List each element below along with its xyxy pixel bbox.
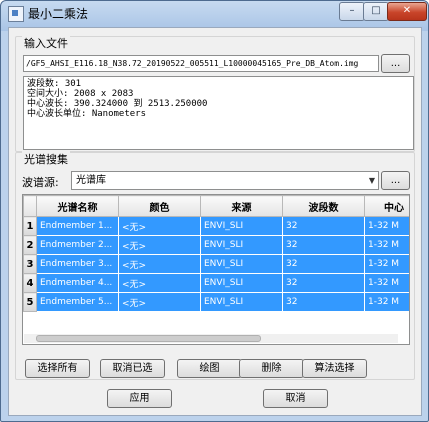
input-file-group-title: 输入文件 — [22, 35, 70, 51]
app-icon — [8, 6, 24, 22]
input-file-group: 输入文件 /GF5_AHSI_E116.18_N38.72_20190522_0… — [15, 35, 415, 152]
file-path-field[interactable]: /GF5_AHSI_E116.18_N38.72_20190522_005511… — [23, 55, 379, 72]
row-number[interactable]: 5 — [23, 292, 37, 312]
cell-bands[interactable]: 32 — [282, 235, 365, 255]
file-info-box: 波段数: 301 空间大小: 2008 x 2083 中心波长: 390.324… — [23, 76, 414, 150]
spectral-group-title: 光谱搜集 — [22, 151, 70, 167]
deselect-button[interactable]: 取消已选 — [100, 359, 165, 378]
row-number[interactable]: 1 — [23, 216, 37, 236]
table-row[interactable]: 3 Endmember 3... <无> ENVI_SLI 32 1-32 M — [23, 254, 409, 274]
cell-source[interactable]: ENVI_SLI — [200, 235, 283, 255]
maximize-button[interactable]: □ — [363, 2, 389, 21]
close-button[interactable]: ✕ — [387, 2, 427, 21]
cell-bands[interactable]: 32 — [282, 292, 365, 312]
info-band-count: 波段数: 301 — [27, 79, 82, 89]
cell-source[interactable]: ENVI_SLI — [200, 254, 283, 274]
col-header-color[interactable]: 颜色 — [118, 195, 201, 217]
apply-button[interactable]: 应用 — [107, 389, 172, 408]
table-row[interactable]: 4 Endmember 4... <无> ENVI_SLI 32 1-32 M — [23, 273, 409, 293]
info-spatial-size: 空间大小: 2008 x 2083 — [27, 89, 134, 99]
cell-source[interactable]: ENVI_SLI — [200, 292, 283, 312]
info-wavelength-unit: 中心波长单位: Nanometers — [27, 109, 147, 119]
cancel-button[interactable]: 取消 — [263, 389, 328, 408]
cell-name[interactable]: Endmember 5... — [36, 292, 119, 312]
chevron-down-icon: ▼ — [368, 176, 375, 185]
cell-center[interactable]: 1-32 M — [364, 292, 409, 312]
cell-center[interactable]: 1-32 M — [364, 235, 409, 255]
cell-name[interactable]: Endmember 2... — [36, 235, 119, 255]
spectra-table[interactable]: 光谱名称 颜色 来源 波段数 中心 1 Endmember 1... <无> E — [22, 194, 410, 345]
browse-file-button[interactable]: ... — [381, 54, 410, 73]
row-number[interactable]: 2 — [23, 235, 37, 255]
select-all-button[interactable]: 选择所有 — [25, 359, 90, 378]
cell-name[interactable]: Endmember 3... — [36, 254, 119, 274]
minimize-button[interactable]: – — [339, 2, 365, 21]
scrollbar-thumb[interactable] — [36, 335, 261, 342]
cell-center[interactable]: 1-32 M — [364, 216, 409, 236]
cell-source[interactable]: ENVI_SLI — [200, 273, 283, 293]
info-wavelength-range: 中心波长: 390.324000 到 2513.250000 — [27, 99, 208, 109]
browse-source-button[interactable]: ... — [381, 171, 410, 190]
cell-name[interactable]: Endmember 1... — [36, 216, 119, 236]
source-label: 波谱源: — [22, 176, 59, 189]
dialog-window: 最小二乘法 – □ ✕ 输入文件 /GF5_AHSI_E116.18_N38.7… — [0, 0, 429, 422]
table-row[interactable]: 5 Endmember 5... <无> ENVI_SLI 32 1-32 M — [23, 292, 409, 312]
table-row[interactable]: 2 Endmember 2... <无> ENVI_SLI 32 1-32 M — [23, 235, 409, 255]
cell-color[interactable]: <无> — [118, 292, 201, 312]
row-number[interactable]: 4 — [23, 273, 37, 293]
cell-bands[interactable]: 32 — [282, 254, 365, 274]
cell-name[interactable]: Endmember 4... — [36, 273, 119, 293]
spectral-collection-group: 光谱搜集 波谱源: 光谱库 ▼ ... 光谱名称 颜色 来源 波段数 中心 1 … — [15, 151, 415, 380]
table-header-row: 光谱名称 颜色 来源 波段数 中心 — [23, 195, 409, 217]
table-row[interactable]: 1 Endmember 1... <无> ENVI_SLI 32 1-32 M — [23, 216, 409, 236]
cell-color[interactable]: <无> — [118, 235, 201, 255]
cell-source[interactable]: ENVI_SLI — [200, 216, 283, 236]
col-header-name[interactable]: 光谱名称 — [36, 195, 119, 217]
source-select-value: 光谱库 — [76, 175, 106, 186]
delete-button[interactable]: 删除 — [239, 359, 304, 378]
row-number[interactable]: 3 — [23, 254, 37, 274]
horizontal-scrollbar[interactable] — [24, 334, 398, 343]
cell-center[interactable]: 1-32 M — [364, 273, 409, 293]
corner-header[interactable] — [23, 195, 37, 217]
cell-bands[interactable]: 32 — [282, 273, 365, 293]
plot-button[interactable]: 绘图 — [177, 359, 242, 378]
col-header-source[interactable]: 来源 — [200, 195, 283, 217]
dialog-body: 输入文件 /GF5_AHSI_E116.18_N38.72_20190522_0… — [8, 27, 422, 416]
col-header-bands[interactable]: 波段数 — [282, 195, 365, 217]
cell-center[interactable]: 1-32 M — [364, 254, 409, 274]
algorithm-select-button[interactable]: 算法选择 — [302, 359, 367, 378]
cell-color[interactable]: <无> — [118, 254, 201, 274]
col-header-center[interactable]: 中心 — [364, 195, 409, 217]
cell-color[interactable]: <无> — [118, 273, 201, 293]
cell-bands[interactable]: 32 — [282, 216, 365, 236]
source-select[interactable]: 光谱库 ▼ — [71, 171, 379, 190]
title-bar[interactable]: 最小二乘法 – □ ✕ — [1, 1, 428, 25]
cell-color[interactable]: <无> — [118, 216, 201, 236]
window-title: 最小二乘法 — [28, 7, 89, 21]
